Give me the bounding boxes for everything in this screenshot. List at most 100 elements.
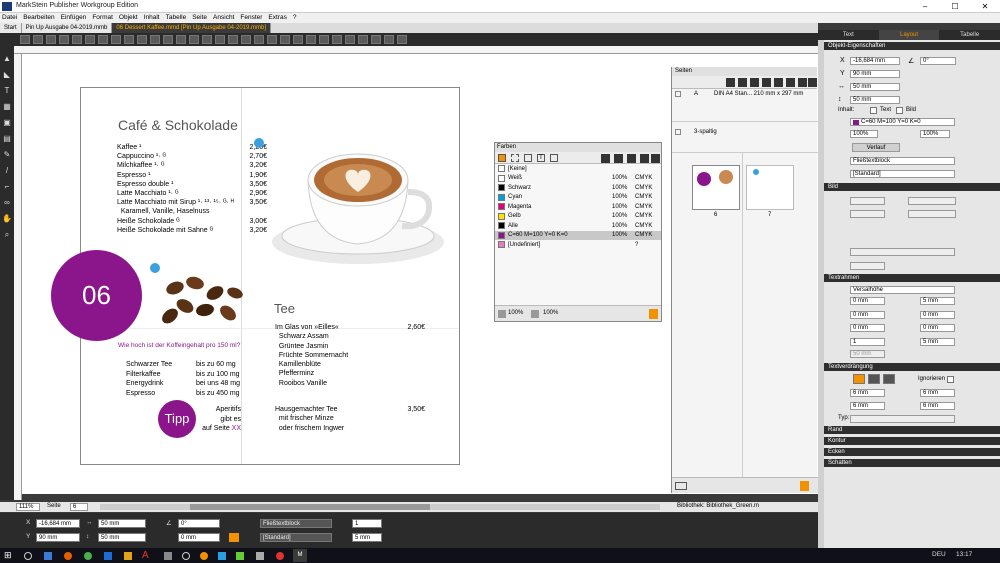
spread-view-icon[interactable]	[675, 482, 687, 490]
inset-left-field[interactable]: 0 mm	[850, 311, 885, 319]
new-icon[interactable]	[20, 35, 30, 44]
tab-layout[interactable]: Layout	[878, 30, 940, 40]
app-icon[interactable]	[236, 552, 244, 560]
paragraph-style-select[interactable]: Fließtextblock	[850, 157, 955, 165]
app-icon[interactable]	[182, 552, 190, 560]
align-right-icon[interactable]	[241, 35, 251, 44]
edit-page-icon[interactable]	[786, 78, 795, 87]
page-thumbnail-6[interactable]	[692, 165, 740, 210]
bild-field-2[interactable]	[908, 197, 956, 205]
menu-bearbeiten[interactable]: Bearbeiten	[23, 13, 54, 23]
wrap-shape-icon[interactable]	[883, 374, 895, 384]
y-field[interactable]: 90 mm	[850, 70, 900, 78]
wrap-box-icon[interactable]	[868, 374, 880, 384]
text-color-icon[interactable]: T	[537, 154, 545, 162]
image-tool-icon[interactable]: ▣	[2, 118, 12, 128]
windows-start-icon[interactable]: ⊞	[4, 551, 13, 560]
inset-top-field[interactable]: 0 mm	[850, 297, 885, 305]
undo-icon[interactable]	[59, 35, 69, 44]
wrap-left-field[interactable]: 6 mm	[850, 402, 885, 410]
fill-color-select[interactable]: C=60 M=100 Y=0 K=0	[850, 118, 955, 126]
tipp-page-ref[interactable]: XX	[232, 425, 241, 432]
section-schatten[interactable]: Schatten	[824, 459, 1000, 467]
pb-y-field[interactable]: 90 mm	[36, 533, 80, 542]
link-tool-icon[interactable]: ∞	[2, 198, 12, 208]
frame-edges-icon[interactable]	[293, 35, 303, 44]
app-icon[interactable]	[200, 552, 208, 560]
duplicate-color-icon[interactable]	[614, 154, 623, 163]
wrap-right-field[interactable]: 6 mm	[920, 402, 955, 410]
clock[interactable]: 13:17	[956, 551, 972, 558]
print-icon[interactable]	[85, 35, 95, 44]
direct-select-tool-icon[interactable]: ◣	[2, 70, 12, 80]
no-color-icon[interactable]	[550, 154, 558, 162]
preview-icon[interactable]	[306, 35, 316, 44]
inhalt-bild-radio[interactable]	[896, 107, 903, 114]
master-a-checkbox[interactable]	[675, 91, 681, 97]
tab-tabelle[interactable]: Tabelle	[939, 30, 1000, 40]
trash-icon[interactable]	[651, 154, 660, 163]
fill-color-icon[interactable]	[498, 154, 506, 162]
pb-height-field[interactable]: 50 mm	[98, 533, 146, 542]
group-icon[interactable]	[176, 35, 186, 44]
ungroup-icon[interactable]	[189, 35, 199, 44]
spell-icon[interactable]	[332, 35, 342, 44]
color-row[interactable]: Schwarz 100% CMYK	[495, 183, 661, 193]
image-icon[interactable]	[358, 35, 368, 44]
wrap-top-field[interactable]: 6 mm	[850, 389, 885, 397]
page-field[interactable]: 6	[70, 503, 88, 511]
tab-document[interactable]: 06 Dessert Kaffee.mmd [Pin Up Ausgabe 04…	[112, 23, 272, 33]
maximize-button[interactable]: ☐	[940, 0, 970, 13]
align-center-icon[interactable]	[228, 35, 238, 44]
panel-menu-icon[interactable]	[649, 309, 658, 319]
x-field[interactable]: -16,684 mm	[850, 57, 900, 65]
menu-inhalt[interactable]: Inhalt	[144, 13, 160, 23]
forward-icon[interactable]	[150, 35, 160, 44]
versalhoehe-select[interactable]: Versalhöhe	[850, 286, 955, 294]
bild-field-4[interactable]	[908, 210, 956, 218]
bild-field-1[interactable]	[850, 197, 885, 205]
ignorieren-checkbox[interactable]	[947, 376, 954, 383]
zoom-field[interactable]: 111%	[16, 503, 40, 511]
page-number-badge[interactable]: 06	[51, 250, 142, 341]
table-icon[interactable]	[345, 35, 355, 44]
section-rand[interactable]: Rand	[824, 426, 1000, 434]
pb-paragraph-style[interactable]: Fließtextblock	[260, 519, 332, 528]
paste-icon[interactable]	[124, 35, 134, 44]
pb-x-field[interactable]: -16,684 mm	[36, 519, 80, 528]
master-b-checkbox[interactable]	[675, 129, 681, 135]
menu-extras[interactable]: Extras	[268, 13, 286, 23]
export-icon[interactable]	[371, 35, 381, 44]
menu-einfuegen[interactable]: Einfügen	[61, 13, 87, 23]
pb-character-style[interactable]: [Standard]	[260, 533, 332, 542]
edit-color-icon[interactable]	[627, 154, 636, 163]
acrobat-icon[interactable]: A	[142, 550, 149, 561]
copy-icon[interactable]	[111, 35, 121, 44]
explorer-icon[interactable]	[124, 552, 132, 560]
line-tool-icon[interactable]: /	[2, 166, 12, 176]
master-a-label[interactable]: A	[694, 91, 698, 97]
pb-width-field[interactable]: 50 mm	[98, 519, 146, 528]
wrap-none-icon[interactable]	[853, 374, 865, 384]
bild-field-6[interactable]	[850, 262, 885, 270]
trash-icon[interactable]	[808, 78, 817, 87]
menu-objekt[interactable]: Objekt	[119, 13, 138, 23]
text-frame-tool-icon[interactable]: ▤	[2, 134, 12, 144]
edge-icon[interactable]	[44, 552, 52, 560]
menu-format[interactable]: Format	[92, 13, 113, 23]
markstein-taskbar-icon[interactable]: M	[293, 549, 307, 562]
frame-color-icon[interactable]	[511, 154, 519, 162]
page-thumbnail-7[interactable]	[746, 165, 794, 210]
text-tool-icon[interactable]: T	[2, 86, 12, 96]
tint-field[interactable]: 100%	[850, 130, 878, 138]
section-bild[interactable]: Bild	[824, 183, 1000, 191]
inset-right-field[interactable]: 0 mm	[920, 311, 955, 319]
tab-book[interactable]: Pin Up Ausgabe 04-2019.mmb	[21, 23, 113, 33]
pb-columns-field[interactable]: 1	[352, 519, 382, 528]
menu-tabelle[interactable]: Tabelle	[166, 13, 187, 23]
pdf-icon[interactable]	[384, 35, 394, 44]
app-icon[interactable]	[256, 552, 264, 560]
lock-icon[interactable]	[202, 35, 212, 44]
master-a-desc[interactable]: DIN A4 Stan... 210 mm x 297 mm	[714, 91, 803, 97]
typ-select[interactable]	[850, 415, 955, 423]
